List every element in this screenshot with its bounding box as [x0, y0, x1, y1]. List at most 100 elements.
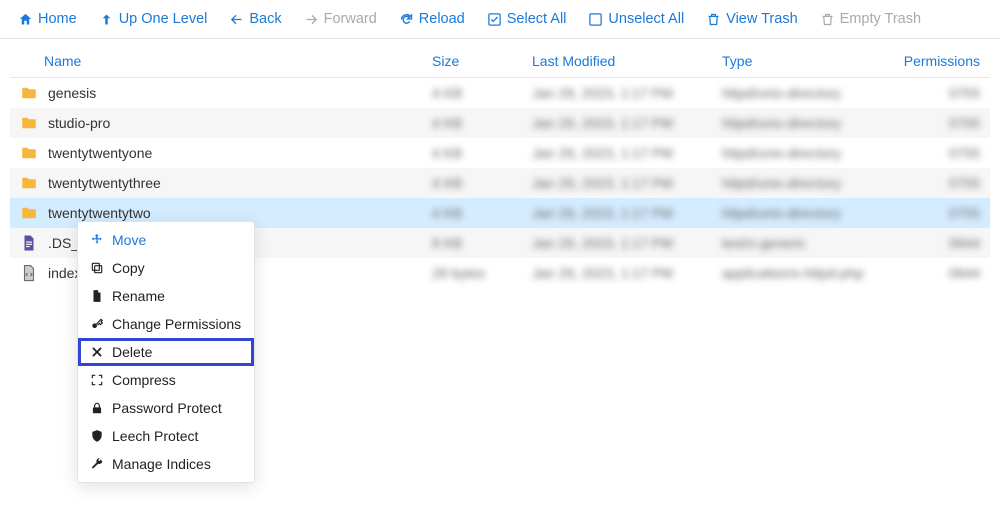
- key-icon: [90, 317, 104, 331]
- table-row[interactable]: twentytwentyone 4 KB Jan 29, 2023, 1:17 PM…: [10, 138, 990, 168]
- view-trash-label: View Trash: [726, 11, 797, 27]
- home-label: Home: [38, 11, 77, 27]
- file-size: 4 KB: [432, 205, 462, 221]
- view-trash-button[interactable]: View Trash: [698, 6, 805, 32]
- file-size: 4 KB: [432, 115, 462, 131]
- ctx-change-permissions[interactable]: Change Permissions: [78, 310, 254, 338]
- file-type: text/x-generic: [722, 235, 806, 251]
- ctx-manage-indices-label: Manage Indices: [112, 456, 211, 472]
- home-icon: [18, 12, 33, 27]
- file-icon: [20, 264, 38, 282]
- file-perms: 0755: [949, 175, 980, 191]
- ctx-compress-label: Compress: [112, 372, 176, 388]
- reload-label: Reload: [419, 11, 465, 27]
- table-row[interactable]: genesis4 KBJan 29, 2023, 1:17 PMhttpd/un…: [10, 78, 990, 108]
- file-size: 4 KB: [432, 175, 462, 191]
- ctx-delete-label: Delete: [112, 344, 152, 360]
- file-icon: [90, 289, 104, 303]
- ctx-move-label: Move: [112, 232, 146, 248]
- file-perms: 0755: [949, 145, 980, 161]
- file-type: httpd/unix-directory: [722, 115, 841, 131]
- back-button[interactable]: Back: [221, 6, 289, 32]
- ctx-rename[interactable]: Rename: [78, 282, 254, 310]
- file-type: application/x-httpd-php: [722, 265, 864, 281]
- col-modified[interactable]: Last Modified: [522, 45, 712, 78]
- forward-button: Forward: [296, 6, 385, 32]
- folder-icon: [20, 204, 38, 222]
- table-header-row: Name Size Last Modified Type Permissions: [10, 45, 990, 78]
- trash-icon: [820, 12, 835, 27]
- lock-icon: [90, 401, 104, 415]
- file-type: httpd/unix-directory: [722, 205, 841, 221]
- file-modified: Jan 29, 2023, 1:17 PM: [532, 115, 673, 131]
- ctx-change-permissions-label: Change Permissions: [112, 316, 241, 332]
- file-name: twentytwentythree: [48, 175, 161, 191]
- unselect-all-button[interactable]: Unselect All: [580, 6, 692, 32]
- compress-icon: [90, 373, 104, 387]
- col-type[interactable]: Type: [712, 45, 887, 78]
- move-icon: [90, 233, 104, 247]
- back-label: Back: [249, 11, 281, 27]
- ctx-rename-label: Rename: [112, 288, 165, 304]
- up-arrow-icon: [99, 12, 114, 27]
- file-modified: Jan 29, 2023, 1:17 PM: [532, 235, 673, 251]
- ctx-copy[interactable]: Copy: [78, 254, 254, 282]
- check-square-icon: [487, 12, 502, 27]
- file-modified: Jan 29, 2023, 1:17 PM: [532, 205, 673, 221]
- forward-label: Forward: [324, 11, 377, 27]
- col-name[interactable]: Name: [10, 45, 422, 78]
- empty-square-icon: [588, 12, 603, 27]
- file-size: 28 bytes: [432, 265, 485, 281]
- empty-trash-label: Empty Trash: [840, 11, 921, 27]
- file-perms: 0755: [949, 115, 980, 131]
- file-type: httpd/unix-directory: [722, 145, 841, 161]
- file-size: 4 KB: [432, 85, 462, 101]
- folder-icon: [20, 114, 38, 132]
- file-modified: Jan 29, 2023, 1:17 PM: [532, 85, 673, 101]
- ctx-manage-indices[interactable]: Manage Indices: [78, 450, 254, 478]
- col-size[interactable]: Size: [422, 45, 522, 78]
- select-all-label: Select All: [507, 11, 567, 27]
- ctx-leech-protect[interactable]: Leech Protect: [78, 422, 254, 450]
- file-modified: Jan 29, 2023, 1:17 PM: [532, 175, 673, 191]
- file-size: 4 KB: [432, 145, 462, 161]
- folder-icon: [20, 144, 38, 162]
- reload-button[interactable]: Reload: [391, 6, 473, 32]
- ctx-compress[interactable]: Compress: [78, 366, 254, 394]
- file-name: genesis: [48, 85, 96, 101]
- empty-trash-button: Empty Trash: [812, 6, 929, 32]
- unselect-all-label: Unselect All: [608, 11, 684, 27]
- reload-icon: [399, 12, 414, 27]
- file-name: twentytwentytwo: [48, 205, 151, 221]
- ctx-move[interactable]: Move: [78, 226, 254, 254]
- shield-icon: [90, 429, 104, 443]
- select-all-button[interactable]: Select All: [479, 6, 575, 32]
- up-label: Up One Level: [119, 11, 208, 27]
- col-perms[interactable]: Permissions: [887, 45, 990, 78]
- file-name: studio-pro: [48, 115, 110, 131]
- ctx-delete[interactable]: Delete: [78, 338, 254, 366]
- file-perms: 0644: [949, 265, 980, 281]
- trash-icon: [706, 12, 721, 27]
- table-row[interactable]: studio-pro 4 KB Jan 29, 2023, 1:17 PM httpd…: [10, 108, 990, 138]
- file-size: 8 KB: [432, 235, 462, 251]
- file-name: twentytwentyone: [48, 145, 152, 161]
- table-row[interactable]: twentytwentythree 4 KB Jan 29, 2023, 1:17 …: [10, 168, 990, 198]
- up-one-level-button[interactable]: Up One Level: [91, 6, 216, 32]
- file-modified: Jan 29, 2023, 1:17 PM: [532, 265, 673, 281]
- ctx-copy-label: Copy: [112, 260, 145, 276]
- ctx-leech-protect-label: Leech Protect: [112, 428, 198, 444]
- context-menu: Move Copy Rename Change Permissions Dele…: [77, 221, 255, 483]
- back-arrow-icon: [229, 12, 244, 27]
- ctx-password-protect[interactable]: Password Protect: [78, 394, 254, 422]
- file-perms: 0644: [949, 235, 980, 251]
- copy-icon: [90, 261, 104, 275]
- toolbar: Home Up One Level Back Forward Reload Se…: [0, 0, 1000, 39]
- close-icon: [90, 345, 104, 359]
- file-type: httpd/unix-directory: [722, 175, 841, 191]
- folder-icon: [20, 174, 38, 192]
- file-perms: 0755: [949, 205, 980, 221]
- home-button[interactable]: Home: [10, 6, 85, 32]
- ctx-password-protect-label: Password Protect: [112, 400, 222, 416]
- file-modified: Jan 29, 2023, 1:17 PM: [532, 145, 673, 161]
